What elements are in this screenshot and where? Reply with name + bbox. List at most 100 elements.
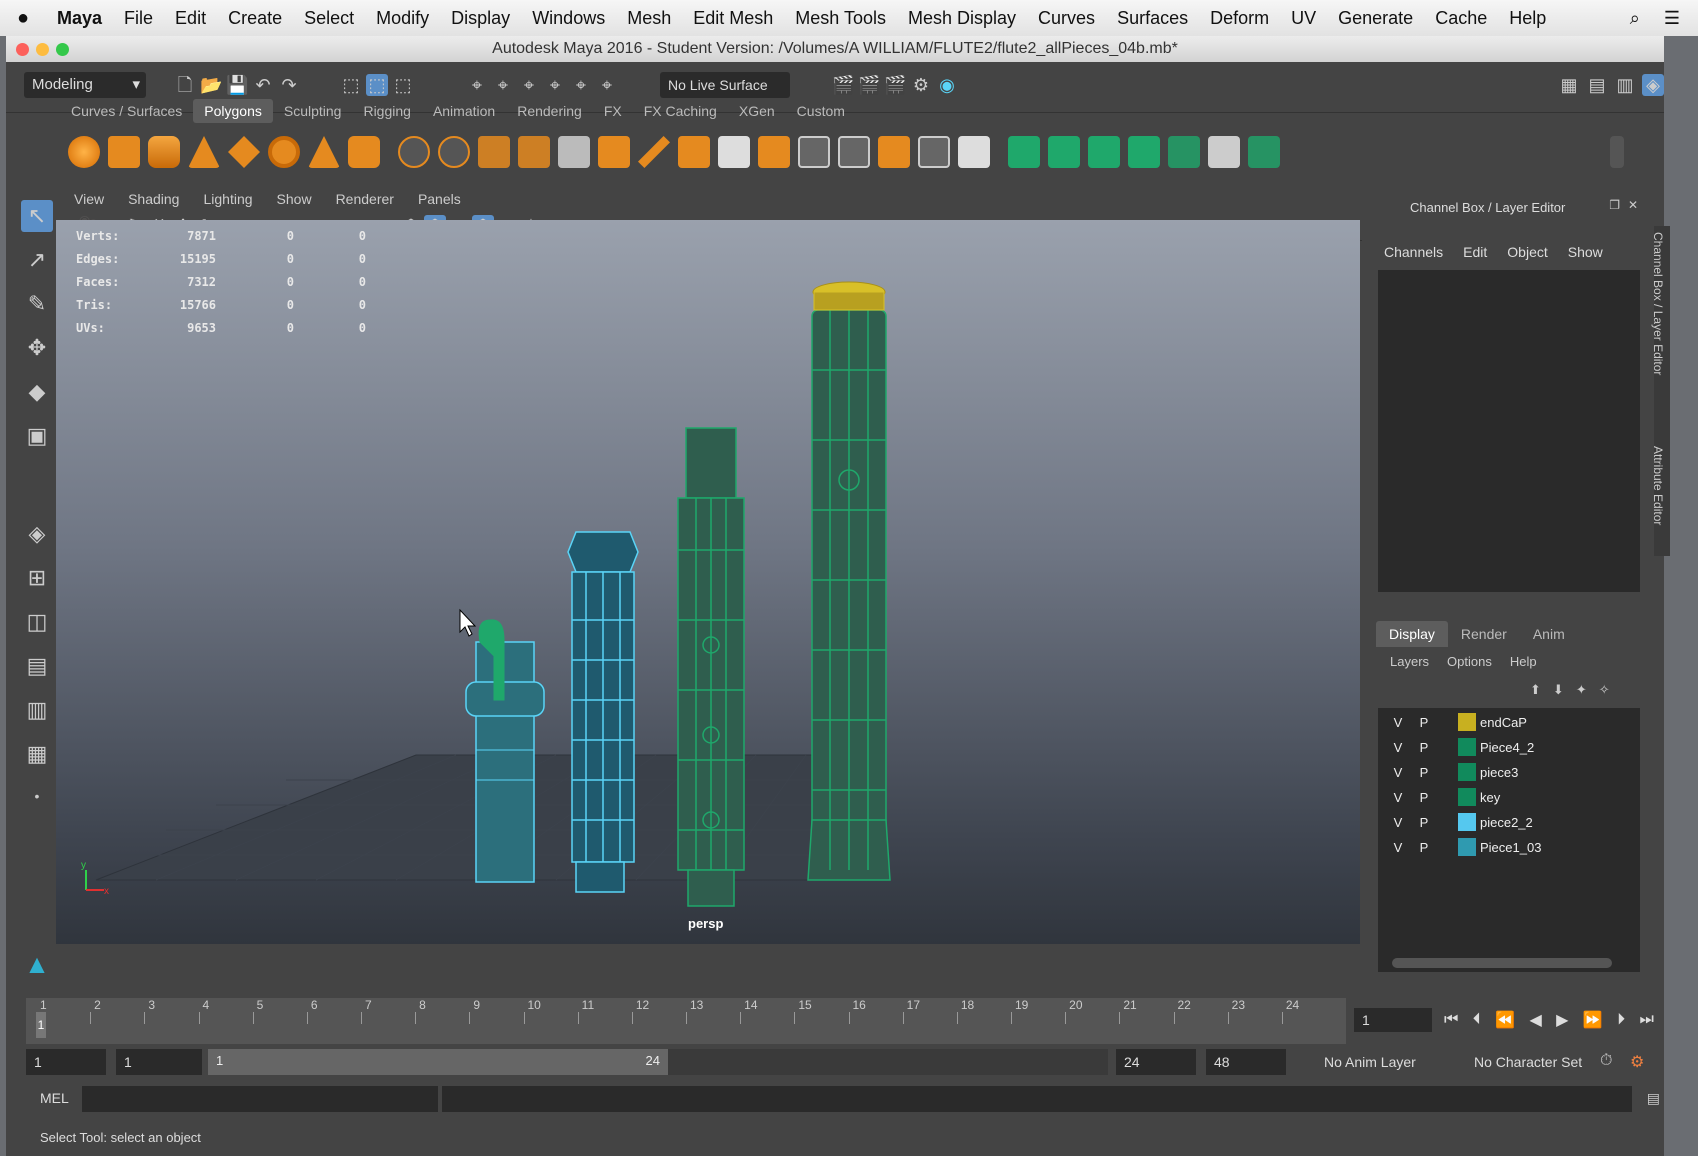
poly-sphere-icon[interactable]: [68, 136, 100, 168]
piece1-mesh[interactable]: [465, 619, 545, 883]
menu-select[interactable]: Select: [293, 8, 365, 29]
channel-box-menu-object[interactable]: Object: [1507, 244, 1547, 260]
layer-menu-help[interactable]: Help: [1510, 654, 1537, 669]
animation-start-field[interactable]: 1: [26, 1049, 106, 1075]
poly-pyramid-icon[interactable]: [308, 136, 340, 168]
layout-persp-graph-icon[interactable]: ▤: [21, 650, 53, 682]
spherical-uv-icon[interactable]: [1088, 136, 1120, 168]
script-editor-icon[interactable]: ▤: [1647, 1090, 1660, 1107]
paint-select-tool-icon[interactable]: ✎: [21, 288, 53, 320]
channel-box-menu-channels[interactable]: Channels: [1384, 244, 1443, 260]
live-surface-field[interactable]: No Live Surface: [660, 72, 790, 98]
lasso-tool-icon[interactable]: ↗: [21, 244, 53, 276]
list-item[interactable]: V PendCaP: [1378, 710, 1640, 734]
poly-plane-icon[interactable]: [228, 136, 260, 168]
shelf-tab-custom[interactable]: Custom: [786, 99, 856, 123]
persp-viewport[interactable]: y x Verts: 7871 0 0 Edges: 15195 0 0 Faces: 731…: [56, 220, 1360, 944]
shelf-tab-sculpting[interactable]: Sculpting: [273, 99, 353, 123]
scale-tool-icon[interactable]: ▣: [21, 420, 53, 452]
layer-color-swatch[interactable]: [1458, 738, 1476, 756]
anim-layer-selector[interactable]: No Anim Layer: [1316, 1049, 1446, 1075]
go-to-end-icon[interactable]: ⏭: [1640, 1011, 1654, 1029]
close-panel-icon[interactable]: ✕: [1628, 198, 1638, 212]
list-item[interactable]: V Pkey: [1378, 785, 1640, 809]
list-item[interactable]: V Ppiece3: [1378, 760, 1640, 784]
reduce-icon[interactable]: [558, 136, 590, 168]
new-scene-icon[interactable]: 🗋: [174, 74, 196, 96]
new-empty-layer-icon[interactable]: ✦: [1576, 682, 1587, 698]
snap-grid-icon[interactable]: ⌖: [466, 74, 488, 96]
menu-display[interactable]: Display: [440, 8, 521, 29]
layer-color-swatch[interactable]: [1458, 788, 1476, 806]
menu-mesh[interactable]: Mesh: [616, 8, 682, 29]
uv-checker-icon[interactable]: [1208, 136, 1240, 168]
piece4-mesh[interactable]: [807, 309, 891, 881]
menu-help[interactable]: Help: [1498, 8, 1557, 29]
uv-editor-icon[interactable]: [1248, 136, 1280, 168]
shelf-tab-rigging[interactable]: Rigging: [352, 99, 421, 123]
step-back-key-icon[interactable]: ⏪: [1495, 1010, 1515, 1030]
spotlight-search-icon[interactable]: ⌕: [1630, 8, 1640, 29]
viewport-menu-shading[interactable]: Shading: [116, 191, 191, 207]
command-input[interactable]: [82, 1086, 438, 1112]
hypershade-icon[interactable]: ◉: [936, 74, 958, 96]
menu-generate[interactable]: Generate: [1327, 8, 1424, 29]
target-weld-icon[interactable]: [958, 136, 990, 168]
layer-tab-anim[interactable]: Anim: [1520, 621, 1578, 647]
open-scene-icon[interactable]: 📂: [200, 74, 222, 96]
piece3-mesh[interactable]: [677, 427, 745, 907]
zoom-window-button[interactable]: [56, 43, 69, 56]
layout-more-icon[interactable]: •: [21, 780, 53, 812]
layer-color-swatch[interactable]: [1458, 813, 1476, 831]
extrude-icon[interactable]: [678, 136, 710, 168]
shelf-tab-animation[interactable]: Animation: [422, 99, 506, 123]
list-item[interactable]: V P Piece1_03: [1378, 835, 1640, 859]
merge-icon[interactable]: [918, 136, 950, 168]
offset-edge-loop-icon[interactable]: [838, 136, 870, 168]
side-tab-channel-box[interactable]: Channel Box / Layer Editor: [1651, 232, 1665, 375]
layer-menu-layers[interactable]: Layers: [1390, 654, 1429, 669]
snap-view-plane-icon[interactable]: ⌖: [544, 74, 566, 96]
animation-preferences-icon[interactable]: ⚙: [1630, 1052, 1644, 1072]
move-tool-icon[interactable]: ✥: [21, 332, 53, 364]
channel-box-menu-edit[interactable]: Edit: [1463, 244, 1487, 260]
endcap-mesh[interactable]: [812, 281, 886, 311]
menu-edit-mesh[interactable]: Edit Mesh: [682, 8, 784, 29]
multi-cut-icon[interactable]: [638, 136, 670, 168]
render-view-icon[interactable]: 🎬: [832, 74, 854, 96]
new-layer-from-selection-icon[interactable]: ✧: [1599, 682, 1610, 698]
select-by-component-icon[interactable]: ⬚: [392, 74, 414, 96]
save-scene-icon[interactable]: 💾: [226, 74, 248, 96]
layer-color-swatch[interactable]: [1458, 838, 1476, 856]
select-tool-icon[interactable]: ↖: [21, 200, 53, 232]
poly-cube-icon[interactable]: [108, 136, 140, 168]
layout-outliner-icon[interactable]: ▥: [21, 694, 53, 726]
shelf-tab-fx[interactable]: FX: [593, 99, 633, 123]
shelf-tab-rendering[interactable]: Rendering: [506, 99, 593, 123]
snap-curve-icon[interactable]: ⌖: [492, 74, 514, 96]
layer-tab-display[interactable]: Display: [1376, 621, 1448, 647]
menu-set-selector[interactable]: Modeling ▾: [24, 72, 146, 98]
move-layer-up-icon[interactable]: ⬆: [1530, 682, 1541, 698]
step-forward-key-icon[interactable]: ⏩: [1583, 1010, 1603, 1030]
step-forward-frame-icon[interactable]: ⏵: [1617, 1011, 1625, 1029]
poly-torus-icon[interactable]: [268, 136, 300, 168]
layer-color-swatch[interactable]: [1458, 763, 1476, 781]
layout-hypershade-icon[interactable]: ▦: [21, 738, 53, 770]
viewport-menu-lighting[interactable]: Lighting: [191, 191, 264, 207]
layer-color-swatch[interactable]: [1458, 713, 1476, 731]
shelf-tab-polygons[interactable]: Polygons: [193, 99, 273, 123]
app-menu[interactable]: Maya: [46, 8, 113, 29]
play-forwards-icon[interactable]: ▶: [1556, 1010, 1568, 1030]
ipr-render-icon[interactable]: 🎬: [884, 74, 906, 96]
side-tab-attribute-editor[interactable]: Attribute Editor: [1651, 446, 1665, 525]
layout-single-icon[interactable]: ◈: [21, 518, 53, 550]
mirror-icon[interactable]: [478, 136, 510, 168]
float-panel-icon[interactable]: ❐: [1609, 198, 1620, 212]
append-polygon-icon[interactable]: [878, 136, 910, 168]
range-slider-handle[interactable]: 1 24: [208, 1049, 668, 1075]
shelf-tab-fx-caching[interactable]: FX Caching: [633, 99, 728, 123]
planar-uv-icon[interactable]: [1008, 136, 1040, 168]
undo-icon[interactable]: ↶: [252, 74, 274, 96]
close-window-button[interactable]: [16, 43, 29, 56]
